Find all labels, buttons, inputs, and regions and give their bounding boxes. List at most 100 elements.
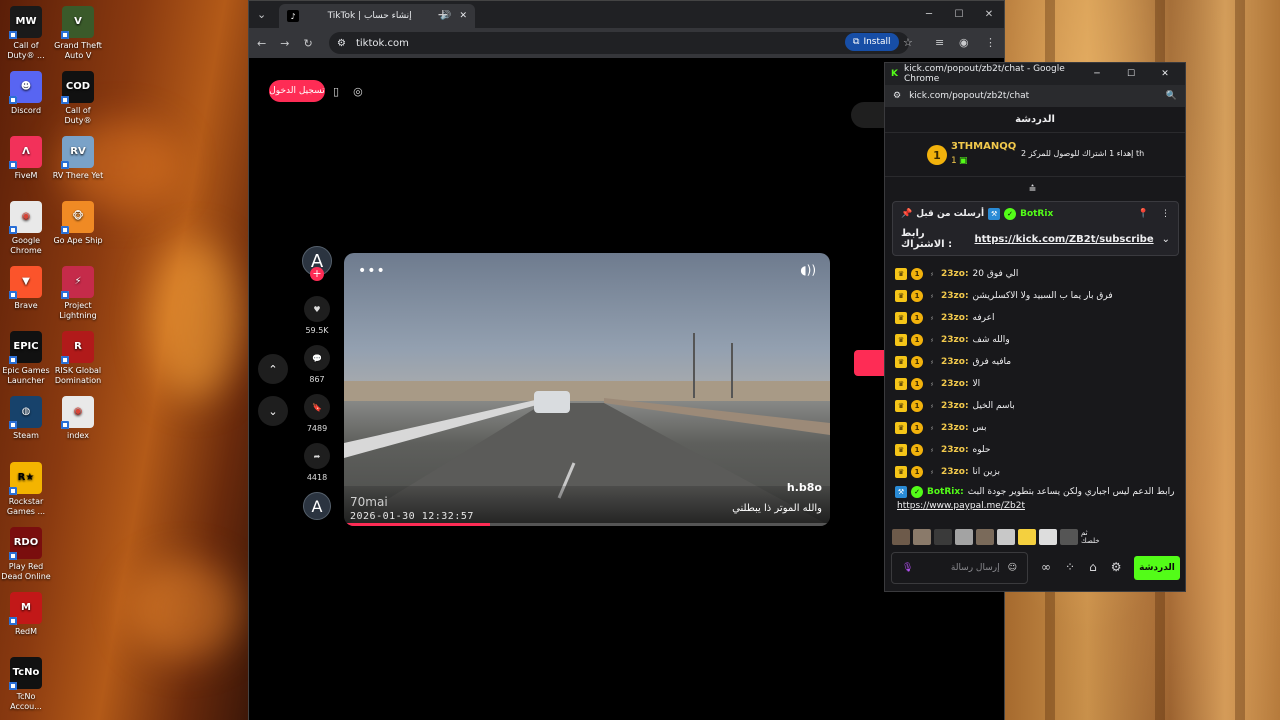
music-avatar-letter: A [311, 496, 323, 516]
chat-username[interactable]: 23zo: [941, 313, 969, 323]
chat-username[interactable]: 23zo: [941, 467, 969, 477]
comment-button[interactable]: 💬 [304, 345, 330, 371]
bot-link[interactable]: https://www.paypal.me/Zb2t [895, 501, 1180, 511]
kick-address-bar[interactable]: ⚙ kick.com/popout/zb2t/chat 🔍 [885, 85, 1185, 107]
infinity-icon[interactable]: ∞ [1041, 560, 1051, 574]
video-author[interactable]: h.b8o [787, 481, 822, 494]
desktop-icon[interactable]: MW Call of Duty® ... [0, 6, 52, 61]
video-progress-bar[interactable] [344, 523, 830, 526]
desktop-icon[interactable]: ⚡ Project Lightning [52, 266, 104, 321]
goal-user[interactable]: 3THMANQQ [951, 141, 1016, 152]
kick-close-icon[interactable]: ✕ [1151, 69, 1179, 79]
desktop-icon[interactable]: Λ FiveM [0, 136, 52, 181]
chat-username[interactable]: 23zo: [941, 335, 969, 345]
bookmark-star-icon[interactable]: ☆ [903, 36, 913, 49]
desktop-icon[interactable]: TcNo TcNo Accou... [0, 657, 52, 712]
reload-icon[interactable]: ↻ [303, 37, 312, 50]
previous-video-button[interactable]: ⌃ [258, 354, 288, 384]
emote-icon[interactable] [892, 529, 910, 545]
desktop-icon[interactable]: ◍ Steam [0, 396, 52, 441]
new-tab-icon[interactable]: + [437, 7, 449, 23]
pinned-author[interactable]: BotRix [1020, 209, 1053, 219]
music-avatar[interactable]: A [303, 492, 331, 520]
chat-filter-icon[interactable]: ⩮ [1029, 181, 1036, 196]
video-caption: والله الموتر ذا يبطلني [732, 503, 822, 514]
emote-icon[interactable] [976, 529, 994, 545]
bot-username[interactable]: BotRix: [927, 487, 964, 497]
mic-icon[interactable]: 🎙 [902, 563, 913, 573]
bubbles-icon[interactable]: ⁘ [1065, 560, 1075, 574]
forward-icon[interactable]: → [280, 37, 289, 50]
tab-search-icon[interactable]: ⌄ [257, 8, 266, 21]
desktop-icon[interactable]: R RISK Global Domination [52, 331, 104, 386]
kick-zoom-icon[interactable]: 🔍 [1166, 91, 1177, 101]
dashcam-timestamp: 2026-01-30 12:32:57 [350, 511, 474, 522]
side-panel-red-tab[interactable] [854, 350, 888, 376]
follow-plus-icon[interactable]: + [310, 267, 324, 281]
install-button[interactable]: ⧉ Install [845, 33, 899, 51]
emote-icon[interactable] [913, 529, 931, 545]
emote-icon[interactable] [955, 529, 973, 545]
desktop-icon[interactable]: ◉ Google Chrome [0, 201, 52, 256]
desktop-icon[interactable]: 🐵 Go Ape Ship [52, 201, 104, 246]
crown-badge-icon: ♛ [895, 356, 907, 368]
desktop-icon[interactable]: EPIC Epic Games Launcher [0, 331, 52, 386]
media-controls-icon[interactable]: ≡ [935, 36, 944, 49]
desktop-icon[interactable]: ◉ index [52, 396, 104, 441]
desktop-icon[interactable]: M RedM [0, 592, 52, 637]
desktop-icon[interactable]: ☻ Discord [0, 71, 52, 116]
emote-icon[interactable] [1018, 529, 1036, 545]
unpin-icon[interactable]: 📍 [1138, 209, 1149, 219]
maximize-icon[interactable]: ☐ [944, 1, 974, 28]
emote-icon[interactable] [1039, 529, 1057, 545]
desktop-icon[interactable]: RV RV There Yet [52, 136, 104, 181]
desktop-icon[interactable]: R★ Rockstar Games ... [0, 462, 52, 517]
device-icon[interactable]: ▯ [333, 85, 339, 98]
save-button[interactable]: 🔖 [304, 394, 330, 420]
video-player[interactable]: ••• ◖)) h.b8o والله الموتر ذا يبطلني 70m… [344, 253, 830, 526]
compass-icon[interactable]: ◎ [353, 85, 363, 98]
store-icon[interactable]: ⌂ [1089, 560, 1097, 574]
pinned-link[interactable]: https://kick.com/ZB2t/subscribe [975, 234, 1154, 245]
chat-input[interactable]: 🎙 إرسال رسالة ☺ [891, 552, 1028, 584]
chat-username[interactable]: 23zo: [941, 357, 969, 367]
send-chat-button[interactable]: الدردشة [1134, 556, 1180, 580]
kick-minimize-icon[interactable]: ─ [1083, 69, 1111, 79]
coin-badge-icon: 1 [911, 378, 923, 390]
settings-icon[interactable]: ⚙ [1111, 560, 1122, 574]
chat-username[interactable]: 23zo: [941, 291, 969, 301]
video-more-icon[interactable]: ••• [358, 263, 386, 279]
next-video-button[interactable]: ⌄ [258, 396, 288, 426]
bolt-badge-icon: ⸗ [930, 314, 934, 322]
emote-icon[interactable] [934, 529, 952, 545]
desktop-icon[interactable]: V Grand Theft Auto V [52, 6, 104, 61]
share-button[interactable]: ➦ [304, 443, 330, 469]
tab-close-icon[interactable]: ✕ [459, 11, 467, 21]
desktop-icon[interactable]: ▼ Brave [0, 266, 52, 311]
chat-username[interactable]: 23zo: [941, 401, 969, 411]
chat-username[interactable]: 23zo: [941, 269, 969, 279]
emote-icon[interactable] [997, 529, 1015, 545]
site-info-icon[interactable]: ⚙ [337, 38, 346, 49]
address-bar[interactable]: ⚙ tiktok.com [329, 32, 909, 54]
kick-maximize-icon[interactable]: ☐ [1117, 69, 1145, 79]
back-icon[interactable]: ← [257, 37, 266, 50]
menu-icon[interactable]: ⋮ [985, 36, 996, 49]
emote-icon[interactable] [1060, 529, 1078, 545]
chat-username[interactable]: 23zo: [941, 445, 969, 455]
emoji-icon[interactable]: ☺ [1008, 563, 1017, 573]
profile-icon[interactable]: ◉ [959, 36, 969, 49]
desktop-icon[interactable]: COD Call of Duty® [52, 71, 104, 126]
creator-avatar[interactable]: A + [302, 246, 332, 281]
chat-username[interactable]: 23zo: [941, 423, 969, 433]
like-button[interactable]: ♥ [304, 296, 330, 322]
minimize-icon[interactable]: ─ [914, 1, 944, 28]
kick-site-info-icon[interactable]: ⚙ [893, 91, 901, 101]
pinned-expand-icon[interactable]: ⌄ [1162, 234, 1170, 245]
login-button[interactable]: تسجيل الدخول [269, 80, 325, 102]
pinned-more-icon[interactable]: ⋮ [1161, 209, 1170, 219]
close-icon[interactable]: ✕ [974, 1, 1004, 28]
desktop-icon[interactable]: RDO Play Red Dead Online [0, 527, 52, 582]
chat-username[interactable]: 23zo: [941, 379, 969, 389]
sound-icon[interactable]: ◖)) [800, 263, 816, 277]
